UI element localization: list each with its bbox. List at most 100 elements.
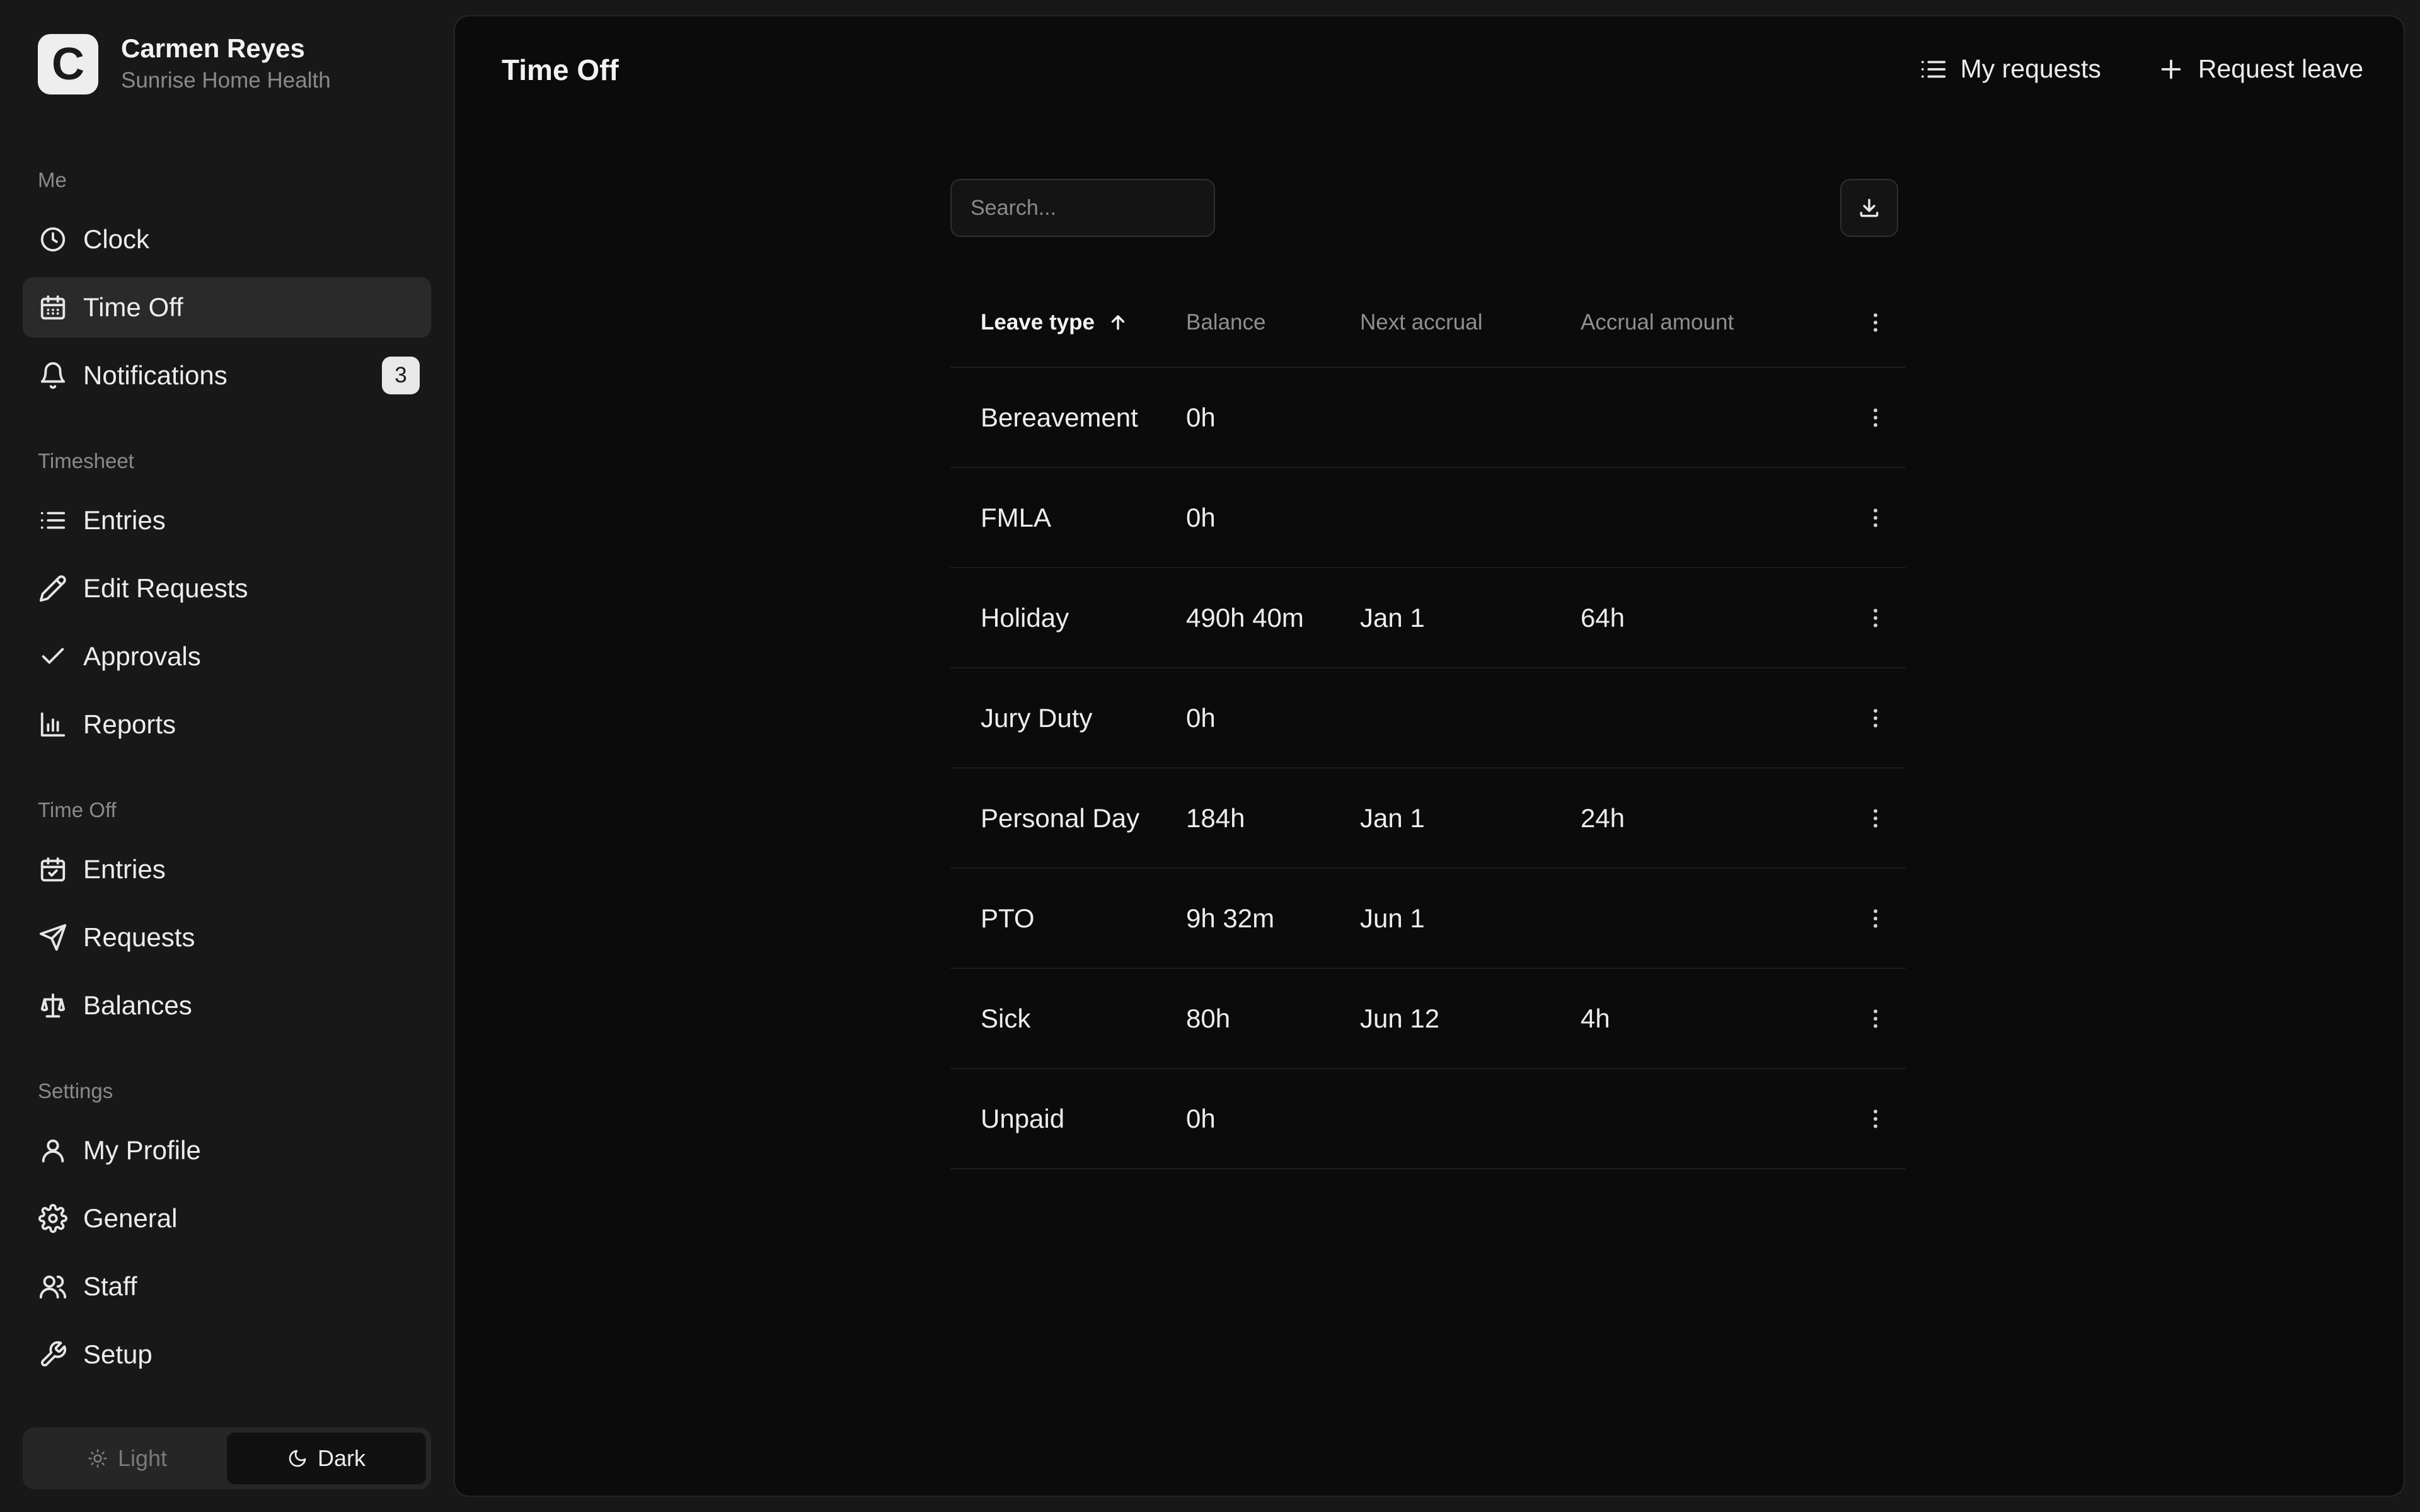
list-icon <box>1921 60 1945 77</box>
cell-balance: 0h <box>1186 402 1216 432</box>
sidebar-item-label: General <box>83 1203 178 1233</box>
scale-icon <box>38 990 68 1021</box>
cell-accrual-amount: 24h <box>1581 803 1625 833</box>
row-actions-button[interactable] <box>1845 706 1906 731</box>
main-panel: Time Off My requests Request leave Leave… <box>454 15 2405 1497</box>
arrow-up-icon <box>1111 315 1125 330</box>
nav-section-label: Me <box>38 168 67 192</box>
calendar-icon <box>38 292 68 323</box>
table-row[interactable]: Personal Day 184h Jan 1 24h <box>950 769 1906 869</box>
sidebar-item-me-notifications[interactable]: Notifications 3 <box>23 345 431 406</box>
column-options-button[interactable] <box>1845 310 1906 335</box>
row-actions-button[interactable] <box>1845 806 1906 831</box>
my-requests-label: My requests <box>1960 54 2101 83</box>
nav-section-time-off: Time Off Entries Requests Balances <box>23 781 431 1036</box>
cell-leave-type: Jury Duty <box>981 702 1093 733</box>
leave-balances-table: Leave type Balance Next accrual Accrual … <box>950 278 1906 1169</box>
table-header-row: Leave type Balance Next accrual Accrual … <box>950 278 1906 368</box>
row-actions-button[interactable] <box>1845 505 1906 530</box>
nav-section-me: Me Clock Time Off Notifications 3 <box>23 151 431 406</box>
table-row[interactable]: Bereavement 0h <box>950 368 1906 468</box>
row-actions-button[interactable] <box>1845 1006 1906 1031</box>
sidebar-item-settings-staff[interactable]: Staff <box>23 1256 431 1317</box>
theme-toggle: Light Dark <box>23 1428 431 1489</box>
nav-section-settings: Settings My Profile General Staff Setup Billi… <box>23 1062 431 1405</box>
nav-section-timesheet: Timesheet Entries Edit Requests Approvals Re… <box>23 432 431 755</box>
sidebar-item-time-off-requests[interactable]: Requests <box>23 907 431 968</box>
sidebar-item-settings-my-profile[interactable]: My Profile <box>23 1120 431 1181</box>
sidebar-item-label: Entries <box>83 854 166 884</box>
theme-light-button[interactable]: Light <box>28 1433 227 1484</box>
cell-leave-type: PTO <box>981 903 1035 933</box>
column-header-accrual-amount[interactable]: Accrual amount <box>1581 310 1845 335</box>
column-header-leave-type[interactable]: Leave type <box>950 310 1186 335</box>
sidebar-item-me-clock[interactable]: Clock <box>23 209 431 270</box>
sidebar-item-label: Clock <box>83 224 150 254</box>
more-vertical-icon <box>1874 808 1877 828</box>
gear-icon <box>38 1203 68 1234</box>
table-row[interactable]: Holiday 490h 40m Jan 1 64h <box>950 568 1906 668</box>
column-header-balance[interactable]: Balance <box>1186 310 1360 335</box>
cell-balance: 0h <box>1186 702 1216 733</box>
table-row[interactable]: Unpaid 0h <box>950 1069 1906 1169</box>
bell-icon <box>38 360 68 391</box>
pencil-icon <box>38 573 68 604</box>
cell-next-accrual: Jan 1 <box>1360 602 1425 633</box>
row-actions-button[interactable] <box>1845 1106 1906 1131</box>
request-leave-button[interactable]: Request leave <box>2157 54 2363 84</box>
row-actions-button[interactable] <box>1845 906 1906 931</box>
sidebar-item-label: Time Off <box>83 292 183 322</box>
plus-icon <box>2161 59 2181 79</box>
row-actions-button[interactable] <box>1845 605 1906 631</box>
theme-dark-button[interactable]: Dark <box>227 1433 426 1484</box>
more-vertical-icon <box>1874 1009 1877 1028</box>
search-input[interactable] <box>950 179 1215 237</box>
table-row[interactable]: FMLA 0h <box>950 468 1906 568</box>
sidebar-item-label: Staff <box>83 1271 137 1301</box>
cell-leave-type: FMLA <box>981 502 1052 532</box>
theme-dark-label: Dark <box>317 1445 366 1471</box>
sidebar-item-settings-setup[interactable]: Setup <box>23 1324 431 1385</box>
sidebar-item-label: Balances <box>83 990 192 1020</box>
cell-next-accrual: Jan 1 <box>1360 803 1425 833</box>
org-header[interactable]: C Carmen Reyes Sunrise Home Health <box>38 33 429 94</box>
wrench-icon <box>38 1339 68 1370</box>
clock-icon <box>38 224 68 255</box>
cell-accrual-amount: 64h <box>1581 602 1625 633</box>
theme-light-label: Light <box>117 1445 168 1471</box>
cell-leave-type: Personal Day <box>981 803 1140 833</box>
cell-leave-type: Holiday <box>981 602 1069 633</box>
sidebar-item-settings-billing[interactable]: Billing <box>23 1392 431 1405</box>
sidebar-item-label: My Profile <box>83 1135 201 1165</box>
sidebar-item-timesheet-entries[interactable]: Entries <box>23 490 431 551</box>
request-leave-label: Request leave <box>2198 54 2363 83</box>
sidebar-item-me-time-off[interactable]: Time Off <box>23 277 431 338</box>
more-vertical-icon <box>1874 1109 1877 1128</box>
list-icon <box>38 505 68 536</box>
sidebar-item-timesheet-approvals[interactable]: Approvals <box>23 626 431 687</box>
sidebar-item-settings-general[interactable]: General <box>23 1188 431 1249</box>
sidebar-item-label: Approvals <box>83 641 201 671</box>
table-row[interactable]: Jury Duty 0h <box>950 668 1906 769</box>
sidebar-item-label: Notifications <box>83 360 228 390</box>
nav-section-label: Timesheet <box>38 449 134 472</box>
sidebar-item-timesheet-reports[interactable]: Reports <box>23 694 431 755</box>
calendar-check-icon <box>38 854 68 885</box>
sidebar-item-timesheet-edit-requests[interactable]: Edit Requests <box>23 558 431 619</box>
cell-balance: 490h 40m <box>1186 602 1304 633</box>
cell-balance: 0h <box>1186 502 1216 532</box>
cell-balance: 184h <box>1186 803 1245 833</box>
column-header-next-accrual[interactable]: Next accrual <box>1360 310 1581 335</box>
sidebar-item-time-off-entries[interactable]: Entries <box>23 839 431 900</box>
download-button[interactable] <box>1840 179 1898 237</box>
page-title: Time Off <box>502 54 619 86</box>
row-actions-button[interactable] <box>1845 405 1906 430</box>
more-vertical-icon <box>1874 408 1877 427</box>
my-requests-button[interactable]: My requests <box>1919 54 2101 84</box>
sidebar-item-time-off-balances[interactable]: Balances <box>23 975 431 1036</box>
column-header-label: Leave type <box>981 310 1095 335</box>
table-row[interactable]: Sick 80h Jun 12 4h <box>950 969 1906 1069</box>
sidebar-item-label: Entries <box>83 505 166 535</box>
more-vertical-icon <box>1874 508 1877 527</box>
table-row[interactable]: PTO 9h 32m Jun 1 <box>950 869 1906 969</box>
